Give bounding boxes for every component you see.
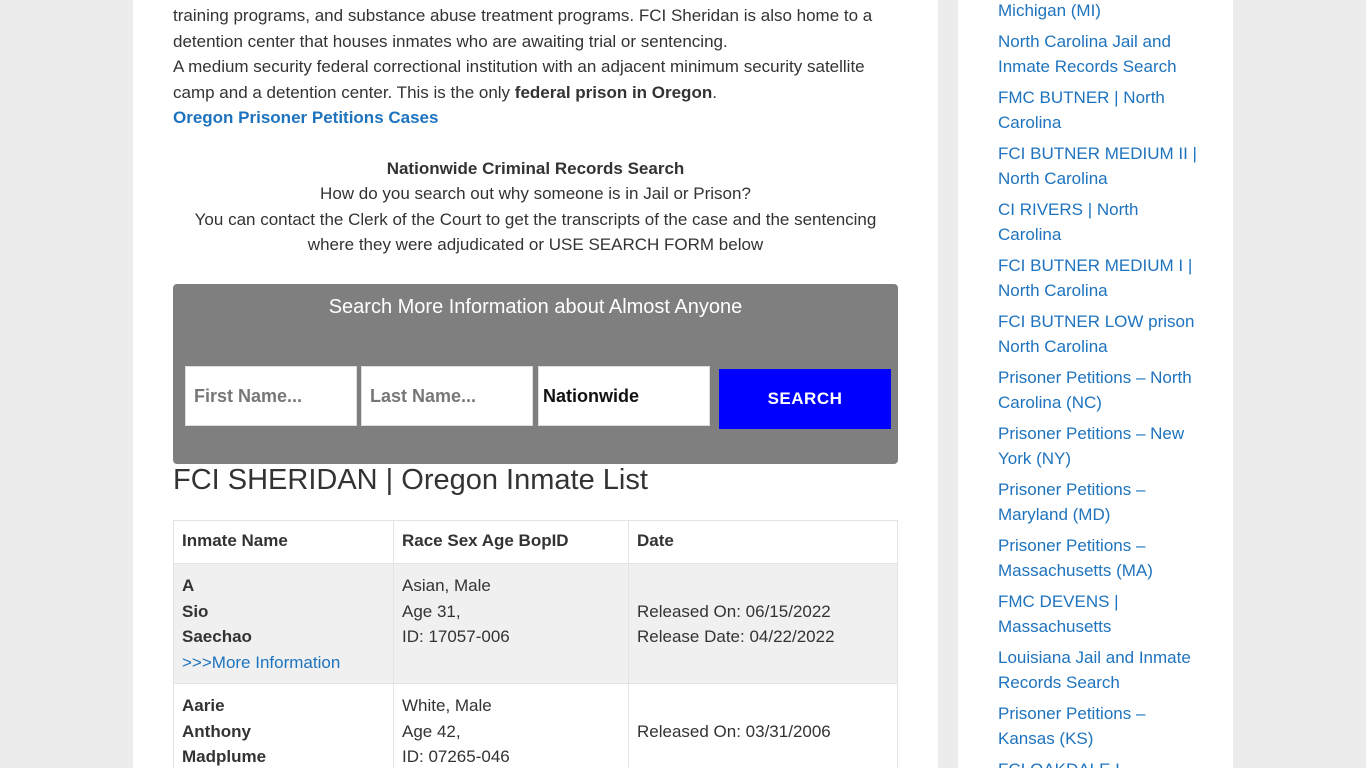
sidebar-link[interactable]: Prisoner Petitions – Massachusetts (MA): [998, 536, 1153, 580]
more-information-link[interactable]: >>>More Information: [182, 653, 340, 672]
sidebar-link[interactable]: FMC BUTNER | North Carolina: [998, 88, 1165, 132]
sidebar-link[interactable]: FCI OAKDALE I: [998, 760, 1120, 768]
sidebar-item: Louisiana Jail and Inmate Records Search: [998, 645, 1198, 695]
last-name-input[interactable]: Last Name...: [361, 366, 533, 426]
sidebar-item: North Carolina Jail and Inmate Records S…: [998, 29, 1198, 79]
inmate-first-name: A: [182, 576, 195, 595]
inmate-table: Inmate Name Race Sex Age BopID Date A Si…: [173, 520, 898, 768]
sidebar-link[interactable]: FCI BUTNER MEDIUM I | North Carolina: [998, 256, 1192, 300]
inmate-middle-name: Sio: [182, 601, 209, 621]
inmate-id: ID: 07265-046: [402, 747, 510, 766]
inmate-id: ID: 17057-006: [402, 627, 510, 646]
sidebar-link[interactable]: FMC DEVENS | Massachusetts: [998, 592, 1119, 636]
sidebar-item: CI RIVERS | North Carolina: [998, 197, 1198, 247]
sidebar-link[interactable]: CI RIVERS | North Carolina: [998, 200, 1138, 244]
inmate-last-name: Madplume: [182, 747, 267, 766]
table-header-row: Inmate Name Race Sex Age BopID Date: [173, 520, 898, 564]
search-form-title: Search More Information about Almost Any…: [328, 296, 743, 318]
inmate-details-cell: White, Male Age 42, ID: 07265-046: [393, 683, 629, 768]
sidebar-item: Prisoner Petitions – Maryland (MD): [998, 477, 1198, 527]
article-paragraph: A medium security federal correctional i…: [173, 54, 898, 105]
sidebar: Michigan (MI) North Carolina Jail and In…: [958, 0, 1233, 768]
article-body: training programs, and substance abuse t…: [173, 3, 898, 258]
inmate-first-name: Aarie: [182, 696, 225, 715]
first-name-input[interactable]: First Name...: [185, 366, 357, 426]
sidebar-link[interactable]: Prisoner Petitions – Kansas (KS): [998, 704, 1145, 748]
inmate-age: Age 31,: [402, 601, 461, 621]
inmate-details-cell: Asian, Male Age 31, ID: 17057-006: [393, 563, 629, 684]
location-select[interactable]: Nationwide: [538, 366, 710, 426]
column-header: Race Sex Age BopID: [393, 520, 629, 564]
main-content: training programs, and substance abuse t…: [133, 0, 938, 768]
inmate-name-cell: Aarie Anthony Madplume: [173, 683, 394, 768]
sidebar-item: FMC DEVENS | Massachusetts: [998, 589, 1198, 639]
sidebar-link[interactable]: Louisiana Jail and Inmate Records Search: [998, 648, 1191, 692]
sidebar-link[interactable]: FCI BUTNER MEDIUM II | North Carolina: [998, 144, 1197, 188]
inmate-list-title: FCI SHERIDAN | Oregon Inmate List: [173, 464, 648, 496]
sidebar-link-list: Michigan (MI) North Carolina Jail and In…: [998, 0, 1198, 768]
paragraph-bold-text: federal prison in Oregon: [514, 82, 713, 102]
inmate-race-sex: White, Male: [402, 696, 492, 715]
sidebar-item: Prisoner Petitions – Kansas (KS): [998, 701, 1198, 751]
inmate-race-sex: Asian, Male: [402, 576, 491, 595]
article-paragraph: training programs, and substance abuse t…: [173, 6, 873, 51]
sidebar-item: Prisoner Petitions – Massachusetts (MA): [998, 533, 1198, 583]
sidebar-item: FCI OAKDALE I: [998, 757, 1198, 768]
inmate-age: Age 42,: [402, 721, 461, 741]
sidebar-link[interactable]: Prisoner Petitions – New York (NY): [998, 424, 1184, 468]
inmate-date-cell: Released On: 06/15/2022 Release Date: 04…: [628, 563, 898, 684]
sidebar-item: Prisoner Petitions – New York (NY): [998, 421, 1198, 471]
sidebar-item: FMC BUTNER | North Carolina: [998, 85, 1198, 135]
sidebar-link[interactable]: Prisoner Petitions – Maryland (MD): [998, 480, 1145, 524]
nationwide-question: How do you search out why someone is in …: [320, 184, 751, 203]
inmate-name-cell: A Sio Saechao >>>More Information: [173, 563, 394, 684]
column-header: Date: [628, 520, 898, 564]
petitions-link[interactable]: Oregon Prisoner Petitions Cases: [173, 105, 898, 131]
table-row: Aarie Anthony Madplume White, Male Age 4…: [173, 683, 898, 768]
inmate-date-cell: Released On: 03/31/2006: [628, 683, 898, 768]
released-on: Released On: 06/15/2022: [637, 601, 831, 621]
search-form: Search More Information about Almost Any…: [173, 284, 898, 464]
sidebar-link[interactable]: Prisoner Petitions – North Carolina (NC): [998, 368, 1192, 412]
sidebar-link[interactable]: North Carolina Jail and Inmate Records S…: [998, 32, 1177, 76]
nationwide-section: Nationwide Criminal Records Search How d…: [173, 156, 898, 258]
release-date: Release Date: 04/22/2022: [637, 627, 835, 646]
inmate-middle-name: Anthony: [182, 721, 251, 741]
sidebar-item: FCI BUTNER MEDIUM II | North Carolina: [998, 141, 1198, 191]
nationwide-title: Nationwide Criminal Records Search: [386, 158, 685, 178]
search-button[interactable]: SEARCH: [719, 369, 891, 429]
sidebar-link[interactable]: FCI BUTNER LOW prison North Carolina: [998, 312, 1194, 356]
inmate-last-name: Saechao: [182, 627, 252, 646]
released-on: Released On: 03/31/2006: [637, 721, 831, 741]
sidebar-item: Michigan (MI): [998, 0, 1198, 23]
sidebar-item: Prisoner Petitions – North Carolina (NC): [998, 365, 1198, 415]
sidebar-link[interactable]: Michigan (MI): [998, 1, 1101, 20]
sidebar-item: FCI BUTNER LOW prison North Carolina: [998, 309, 1198, 359]
paragraph-text: .: [712, 82, 717, 102]
sidebar-item: FCI BUTNER MEDIUM I | North Carolina: [998, 253, 1198, 303]
column-header: Inmate Name: [173, 520, 394, 564]
nationwide-body: You can contact the Clerk of the Court t…: [194, 209, 877, 255]
table-row: A Sio Saechao >>>More Information Asian,…: [173, 563, 898, 684]
